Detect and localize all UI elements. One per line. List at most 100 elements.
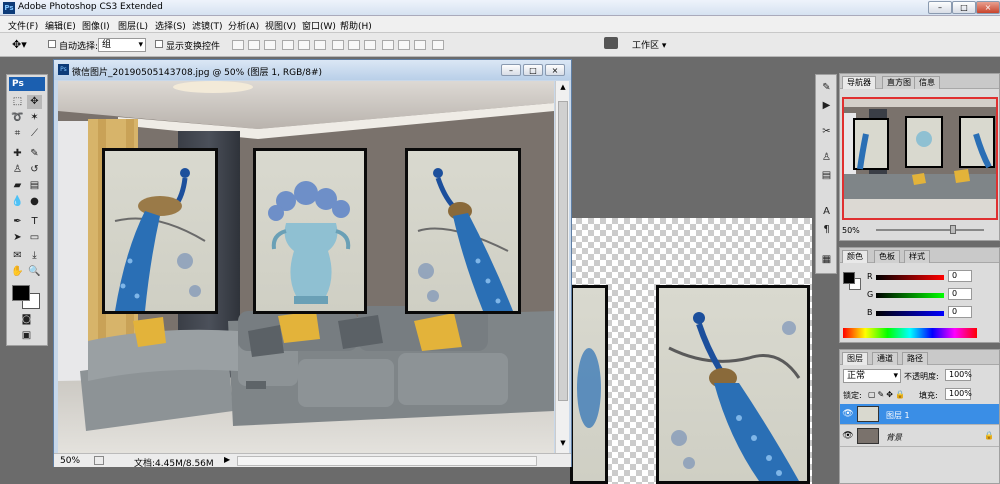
horizontal-scrollbar[interactable] (237, 456, 537, 466)
color-spectrum-ramp[interactable] (843, 328, 977, 338)
green-value[interactable]: 0 (948, 288, 972, 300)
menu-layer[interactable]: 图层(L) (118, 19, 148, 32)
red-value[interactable]: 0 (948, 270, 972, 282)
align-bottom-icon[interactable] (264, 40, 276, 50)
navigator-zoom-handle[interactable] (950, 225, 956, 234)
align-left-icon[interactable] (282, 40, 294, 50)
doc-maximize-button[interactable]: □ (523, 64, 543, 76)
align-vcenter-icon[interactable] (248, 40, 260, 50)
scroll-thumb[interactable] (558, 101, 568, 401)
slice-tool-icon[interactable]: ⟋ (27, 127, 42, 141)
eraser-tool-icon[interactable]: ▰ (10, 179, 25, 193)
doc-minimize-button[interactable]: – (501, 64, 521, 76)
menu-view[interactable]: 视图(V) (265, 19, 296, 32)
eyedropper-icon[interactable]: ⤓ (27, 249, 42, 263)
scroll-down-icon[interactable]: ▼ (558, 439, 568, 449)
distribute-top-icon[interactable] (332, 40, 344, 50)
tab-paths[interactable]: 路径 (902, 352, 928, 365)
fill-value[interactable]: 100% (945, 388, 972, 400)
actions-panel-icon[interactable]: ▤ (819, 169, 834, 183)
menu-select[interactable]: 选择(S) (155, 19, 186, 32)
tab-color[interactable]: 颜色 (842, 250, 868, 263)
eye-icon[interactable]: 👁 (842, 431, 854, 441)
zoom-value[interactable]: 50% (60, 456, 80, 466)
doc-close-button[interactable]: × (545, 64, 565, 76)
minimize-button[interactable]: – (928, 1, 952, 14)
tab-histogram[interactable]: 直方图 (882, 76, 916, 89)
distribute-bottom-icon[interactable] (364, 40, 376, 50)
clone-source-icon[interactable]: ♙ (819, 151, 834, 165)
green-slider[interactable] (876, 293, 944, 298)
crop-tool-icon[interactable]: ⌗ (10, 127, 25, 141)
blue-slider[interactable] (876, 311, 944, 316)
eye-icon[interactable]: 👁 (842, 409, 854, 419)
bridge-icon[interactable] (604, 37, 618, 49)
navigator-zoom-slider[interactable] (876, 229, 984, 231)
path-select-icon[interactable]: ➤ (10, 231, 25, 245)
tab-layers[interactable]: 图层 (842, 352, 868, 365)
menu-edit[interactable]: 编辑(E) (45, 19, 76, 32)
shape-tool-icon[interactable]: ▭ (27, 231, 42, 245)
menu-window[interactable]: 窗口(W) (302, 19, 336, 32)
gradient-tool-icon[interactable]: ▤ (27, 179, 42, 193)
auto-select-dropdown[interactable]: 组 ▾ (98, 38, 146, 52)
red-slider[interactable] (876, 275, 944, 280)
scroll-up-icon[interactable]: ▲ (558, 83, 568, 93)
screen-mode-icon[interactable]: ▣ (19, 329, 34, 343)
zoom-tool-icon[interactable]: 🔍 (27, 265, 42, 279)
vertical-scrollbar[interactable]: ▲ ▼ (555, 81, 569, 453)
align-top-icon[interactable] (232, 40, 244, 50)
lock-icons[interactable]: ▢✎✥🔒 (868, 390, 907, 399)
healing-brush-icon[interactable]: ✚ (10, 147, 25, 161)
history-brush-icon[interactable]: ↺ (27, 163, 42, 177)
dodge-tool-icon[interactable]: ● (27, 195, 42, 209)
move-tool-icon[interactable]: ✥ (27, 95, 42, 109)
notes-tool-icon[interactable]: ✉ (10, 249, 25, 263)
status-menu-arrow-icon[interactable]: ▶ (224, 455, 230, 464)
tool-presets-icon[interactable]: ▶ (819, 99, 834, 113)
distribute-vcenter-icon[interactable] (348, 40, 360, 50)
show-transform-checkbox[interactable] (155, 39, 163, 49)
navigator-preview[interactable] (842, 97, 998, 220)
align-right-icon[interactable] (314, 40, 326, 50)
quick-mask-icon[interactable]: ◙ (19, 313, 34, 327)
menu-analysis[interactable]: 分析(A) (228, 19, 259, 32)
paragraph-panel-icon[interactable]: ¶ (819, 223, 834, 237)
marquee-tool-icon[interactable]: ⬚ (10, 95, 25, 109)
maximize-button[interactable]: □ (952, 1, 976, 14)
close-button[interactable]: × (976, 1, 1000, 14)
document-canvas[interactable] (58, 81, 554, 453)
character-panel-icon[interactable]: A (819, 205, 834, 219)
tab-styles[interactable]: 样式 (904, 250, 930, 263)
opacity-value[interactable]: 100% (945, 369, 972, 381)
tab-navigator[interactable]: 导航器 (842, 76, 876, 89)
hand-tool-icon[interactable]: ✋ (10, 265, 25, 279)
tab-channels[interactable]: 通道 (872, 352, 898, 365)
history-panel-icon[interactable]: ✂ (819, 125, 834, 139)
lasso-tool-icon[interactable]: ➰ (10, 111, 25, 125)
brushes-panel-icon[interactable]: ✎ (819, 81, 834, 95)
blend-mode-dropdown[interactable]: 正常 ▾ (843, 369, 901, 383)
layer-comps-icon[interactable]: ▦ (819, 253, 834, 267)
brush-tool-icon[interactable]: ✎ (27, 147, 42, 161)
blur-tool-icon[interactable]: 💧 (10, 195, 25, 209)
tab-info[interactable]: 信息 (914, 76, 940, 89)
distribute-left-icon[interactable] (382, 40, 394, 50)
magic-wand-icon[interactable]: ✶ (27, 111, 42, 125)
blue-value[interactable]: 0 (948, 306, 972, 318)
menu-image[interactable]: 图像(I) (82, 19, 110, 32)
layer-row-1[interactable]: 👁 图层 1 (840, 404, 999, 425)
status-preview-icon[interactable] (94, 456, 104, 465)
navigator-zoom-value[interactable]: 50% (842, 226, 860, 235)
menu-filter[interactable]: 滤镜(T) (192, 19, 223, 32)
layer-row-background[interactable]: 👁 背景 🔒 (840, 426, 999, 447)
distribute-hcenter-icon[interactable] (398, 40, 410, 50)
tab-swatches[interactable]: 色板 (874, 250, 900, 263)
align-hcenter-icon[interactable] (298, 40, 310, 50)
pen-tool-icon[interactable]: ✒ (10, 215, 25, 229)
workspace-button[interactable]: 工作区 ▾ (632, 38, 666, 51)
menu-help[interactable]: 帮助(H) (340, 19, 372, 32)
move-tool-preset-icon[interactable]: ✥▾ (12, 38, 27, 51)
auto-select-checkbox[interactable] (48, 39, 56, 49)
distribute-right-icon[interactable] (414, 40, 426, 50)
